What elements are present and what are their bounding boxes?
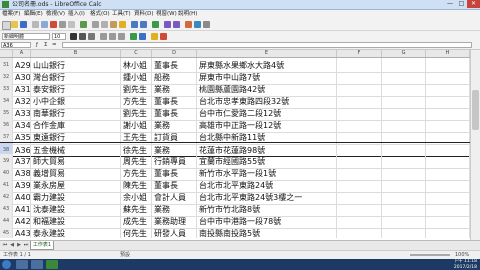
next-sheet-icon[interactable]: ▶	[16, 242, 22, 248]
column-header-h[interactable]: H	[426, 50, 470, 57]
bold-icon[interactable]	[70, 33, 77, 40]
print-icon[interactable]	[59, 21, 66, 28]
menu-help[interactable]: 說明(H)	[178, 10, 197, 19]
standard-toolbar	[0, 19, 480, 31]
zoom-level: 100%	[455, 252, 470, 258]
align-left-icon[interactable]	[100, 33, 107, 40]
format-paintbrush-icon[interactable]	[119, 21, 126, 28]
save-icon[interactable]	[20, 21, 27, 28]
menu-bar: 檔案(F) 編輯(E) 檢視(V) 插入(I) 格式(O) 工具(T) 資料(D…	[0, 10, 480, 19]
italic-icon[interactable]	[79, 33, 86, 40]
browser-taskbar-icon[interactable]	[31, 260, 43, 269]
table-row[interactable]: 45 A43 泰永建設 何先生 研發人員 南投縣南投路5號	[0, 226, 470, 238]
sum-icon[interactable]: Σ	[44, 41, 47, 49]
column-header-e[interactable]: E	[197, 50, 337, 57]
font-name-combo[interactable]: 新細明體	[2, 33, 50, 40]
os-taskbar: 下午 11:18 2017/2/18	[0, 259, 480, 270]
sheet-tab-bar: ⏮ ◀ ▶ ⏭ 工作表1	[0, 240, 480, 250]
cell-empty[interactable]	[426, 226, 470, 238]
hyperlink-icon[interactable]	[152, 21, 159, 28]
mail-icon[interactable]	[32, 21, 39, 28]
font-size-combo[interactable]: 10	[52, 33, 66, 40]
column-headers: A B C D E F G H	[0, 50, 470, 58]
cell-empty[interactable]	[382, 226, 426, 238]
menu-window[interactable]: 視窗(W)	[156, 10, 177, 19]
minimize-button[interactable]: —	[444, 0, 456, 8]
explorer-taskbar-icon[interactable]	[16, 260, 28, 269]
clock-date: 2017/2/18	[453, 264, 477, 270]
column-header-f[interactable]: F	[337, 50, 382, 57]
preview-icon[interactable]	[68, 21, 75, 28]
select-all-corner[interactable]	[0, 50, 13, 57]
menu-tools[interactable]: 工具(T)	[112, 10, 131, 19]
align-right-icon[interactable]	[118, 33, 125, 40]
currency-icon[interactable]	[130, 33, 137, 40]
cell-empty[interactable]	[337, 226, 382, 238]
maximize-button[interactable]: □	[456, 0, 467, 8]
vertical-scrollbar[interactable]	[470, 50, 480, 240]
font-color-icon[interactable]	[160, 33, 167, 40]
previous-sheet-icon[interactable]: ◀	[9, 242, 15, 248]
function-wizard-icon[interactable]: ƒ	[36, 41, 38, 49]
pdf-icon[interactable]	[50, 21, 57, 28]
cell-address[interactable]: 南投縣南投路5號	[197, 226, 337, 238]
zoom-slider[interactable]	[410, 254, 450, 256]
underline-icon[interactable]	[88, 33, 95, 40]
open-icon[interactable]	[11, 21, 18, 28]
first-sheet-icon[interactable]: ⏮	[2, 242, 8, 248]
menu-file[interactable]: 檔案(F)	[2, 10, 20, 19]
copy-icon[interactable]	[101, 21, 108, 28]
title-bar: 公司名冊.ods - LibreOffice Calc — □ ✕	[0, 0, 480, 10]
sheet-position: 工作表 1 / 1	[3, 252, 31, 258]
calc-app-icon	[2, 1, 9, 8]
system-clock[interactable]: 下午 11:18 2017/2/18	[454, 259, 477, 270]
start-button-icon[interactable]	[2, 260, 11, 269]
clock-time: 下午 11:18	[453, 259, 477, 264]
menu-view[interactable]: 檢視(V)	[46, 10, 65, 19]
cut-icon[interactable]	[92, 21, 99, 28]
percent-icon[interactable]	[139, 33, 146, 40]
scrollbar-thumb[interactable]	[472, 90, 479, 130]
chart-icon[interactable]	[185, 21, 192, 28]
paste-icon[interactable]	[110, 21, 117, 28]
close-button[interactable]: ✕	[467, 0, 480, 8]
background-color-icon[interactable]	[151, 33, 158, 40]
row-header[interactable]: 45	[0, 226, 13, 238]
page-style: 預設	[120, 252, 131, 258]
sheet-tab-1[interactable]: 工作表1	[30, 241, 54, 250]
formula-icon[interactable]: =	[52, 41, 57, 49]
name-box[interactable]: A36	[1, 42, 31, 49]
spellcheck-icon[interactable]	[80, 21, 87, 28]
edit-icon[interactable]	[41, 21, 48, 28]
spreadsheet-grid: 31 A29 山山銀行 林小姐 董事長 屏東縣水果鄉水大路4號 32 A30 灣…	[0, 58, 470, 238]
column-header-c[interactable]: C	[121, 50, 152, 57]
new-icon[interactable]	[2, 21, 11, 30]
cell-contact[interactable]: 何先生	[121, 226, 152, 238]
menu-data[interactable]: 資料(D)	[134, 10, 154, 19]
menu-insert[interactable]: 插入(I)	[68, 10, 85, 19]
cell-id[interactable]: A43	[13, 226, 31, 238]
last-sheet-icon[interactable]: ⏭	[23, 242, 29, 248]
sort-ascending-icon[interactable]	[164, 21, 171, 28]
zoom-icon[interactable]	[203, 21, 210, 28]
navigator-icon[interactable]	[194, 21, 201, 28]
align-center-icon[interactable]	[109, 33, 116, 40]
formula-input[interactable]	[62, 42, 472, 48]
column-header-a[interactable]: A	[13, 50, 31, 57]
cell-title[interactable]: 研發人員	[152, 226, 197, 238]
sort-descending-icon[interactable]	[173, 21, 180, 28]
column-header-d[interactable]: D	[152, 50, 197, 57]
formula-bar: A36 ƒ Σ =	[0, 41, 480, 50]
status-bar: 工作表 1 / 1 預設 100%	[0, 250, 480, 259]
column-header-g[interactable]: G	[382, 50, 426, 57]
window-title: 公司名冊.ods - LibreOffice Calc	[12, 1, 102, 8]
calc-taskbar-icon[interactable]	[46, 260, 58, 269]
redo-icon[interactable]	[140, 21, 147, 28]
undo-icon[interactable]	[131, 21, 138, 28]
menu-format[interactable]: 格式(O)	[90, 10, 110, 19]
menu-edit[interactable]: 編輯(E)	[24, 10, 43, 19]
column-header-b[interactable]: B	[31, 50, 121, 57]
cell-company[interactable]: 泰永建設	[31, 226, 121, 238]
